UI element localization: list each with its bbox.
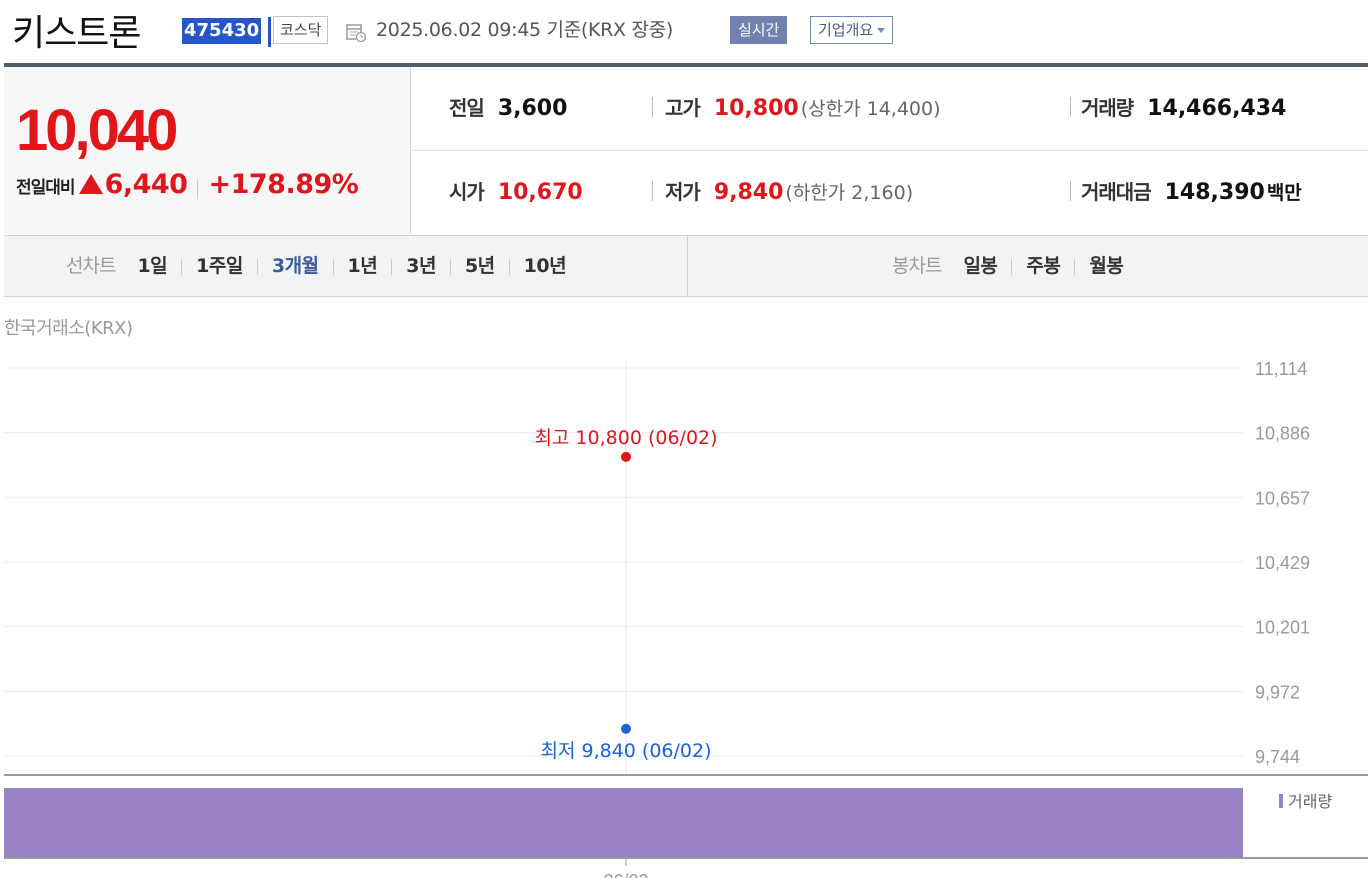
separator xyxy=(197,178,199,199)
high-label: 고가 xyxy=(665,96,701,120)
amount-label: 거래대금 xyxy=(1081,180,1152,204)
separator xyxy=(1011,258,1013,275)
upper-limit: (상한가 14,400) xyxy=(800,98,941,120)
prev-close-cell: 전일 3,600 xyxy=(449,67,567,150)
volume-legend-swatch xyxy=(1279,794,1283,808)
tab-3y[interactable]: 3년 xyxy=(406,255,436,277)
realtime-button[interactable]: 실시간 xyxy=(730,16,788,44)
low-point xyxy=(621,723,631,734)
stock-code[interactable]: 475430 xyxy=(182,18,262,44)
tab-1w[interactable]: 1주일 xyxy=(196,255,243,277)
volume-value: 14,466,434 xyxy=(1147,96,1287,121)
separator xyxy=(652,181,653,201)
current-price-box: 10,040 전일대비 6,440 +178.89% xyxy=(4,67,411,234)
high-label: 최고 10,800 (06/02) xyxy=(534,427,717,449)
candle-chart-tabs: 봉차트 일봉 주봉 월봉 xyxy=(892,236,1124,296)
quote-panel: 10,040 전일대비 6,440 +178.89% 전일 3,600 고가 10,80… xyxy=(4,67,1368,236)
x-tick-label: 06/02 xyxy=(603,871,648,878)
tab-weekly[interactable]: 주봉 xyxy=(1026,255,1060,277)
separator xyxy=(1070,97,1071,117)
tab-1d[interactable]: 1일 xyxy=(137,255,167,277)
separator xyxy=(652,97,653,117)
change-value: 6,440 xyxy=(104,169,188,200)
divider xyxy=(687,236,688,296)
line-chart-tabs: 선차트 1일 1주일 3개월 1년 3년 5년 10년 xyxy=(66,236,567,296)
quote-timestamp: 2025.06.02 09:45 기준(KRX 장중) xyxy=(376,19,673,41)
chevron-down-icon xyxy=(877,28,886,33)
change-rate: +178.89% xyxy=(208,169,359,200)
low-label: 최저 9,840 (06/02) xyxy=(540,740,711,762)
y-tick-label: 9,744 xyxy=(1255,747,1300,767)
tab-1y[interactable]: 1년 xyxy=(348,255,378,277)
volume-bar xyxy=(4,788,1243,858)
tab-10y[interactable]: 10년 xyxy=(524,255,567,277)
quote-row-2: 시가 10,670 저가 9,840 (하한가 2,160) 거래대금 148,390 백… xyxy=(411,151,1368,234)
y-tick-label: 11,114 xyxy=(1255,359,1307,379)
separator xyxy=(1074,258,1076,275)
candle-chart-label: 봉차트 xyxy=(892,255,942,277)
y-tick-label: 9,972 xyxy=(1255,682,1300,702)
open-cell: 시가 10,670 xyxy=(449,151,583,234)
current-price: 10,040 xyxy=(16,98,178,163)
y-tick-label: 10,657 xyxy=(1255,488,1310,508)
separator xyxy=(256,258,258,275)
y-tick-label: 10,429 xyxy=(1255,553,1310,573)
change-label: 전일대비 xyxy=(16,178,76,198)
separator xyxy=(181,258,183,275)
high-point xyxy=(621,451,631,462)
volume-cell: 거래량 14,466,434 xyxy=(1081,67,1286,150)
amount-value: 148,390 xyxy=(1164,180,1265,205)
stock-name: 키스트론 xyxy=(12,13,141,54)
high-cell: 고가 10,800 (상한가 14,400) xyxy=(665,67,941,150)
text-cursor xyxy=(268,17,271,47)
tab-monthly[interactable]: 월봉 xyxy=(1089,255,1123,277)
high-value: 10,800 xyxy=(713,96,799,121)
open-value: 10,670 xyxy=(497,180,583,205)
calendar-clock-icon xyxy=(346,24,366,42)
low-value: 9,840 xyxy=(713,180,784,205)
chart-period-tabs: 선차트 1일 1주일 3개월 1년 3년 5년 10년 봉차트 일봉 주봉 월봉 xyxy=(4,235,1368,297)
y-tick-label: 10,886 xyxy=(1255,424,1310,444)
separator xyxy=(1070,181,1071,201)
separator xyxy=(449,258,451,275)
prev-close-value: 3,600 xyxy=(497,96,568,121)
low-label: 저가 xyxy=(665,180,701,204)
tab-daily[interactable]: 일봉 xyxy=(963,255,997,277)
prev-close-label: 전일 xyxy=(449,96,485,120)
company-overview-dropdown[interactable]: 기업개요 xyxy=(810,16,894,44)
low-cell: 저가 9,840 (하한가 2,160) xyxy=(665,151,913,234)
volume-legend-label: 거래량 xyxy=(1288,792,1332,811)
quote-row-1: 전일 3,600 고가 10,800 (상한가 14,400) 거래량 14,466,4… xyxy=(411,67,1368,151)
separator xyxy=(508,258,510,275)
open-label: 시가 xyxy=(449,180,485,204)
lower-limit: (하한가 2,160) xyxy=(785,182,914,204)
separator xyxy=(332,258,334,275)
change-line: 전일대비 6,440 +178.89% xyxy=(16,169,359,200)
market-badge: 코스닥 xyxy=(273,16,329,44)
stock-header: 키스트론 475430 코스닥 2025.06.02 09:45 기준(KRX … xyxy=(0,0,1368,62)
volume-label: 거래량 xyxy=(1081,96,1134,120)
amount-unit: 백만 xyxy=(1266,182,1302,204)
tab-5y[interactable]: 5년 xyxy=(465,255,495,277)
separator xyxy=(391,258,393,275)
company-overview-label: 기업개요 xyxy=(818,21,874,39)
price-chart: 11,114 10,886 10,657 10,429 10,201 9,972 9,744… xyxy=(4,359,1368,878)
up-triangle-icon xyxy=(78,174,103,194)
y-tick-label: 10,201 xyxy=(1255,618,1310,638)
tab-3m[interactable]: 3개월 xyxy=(272,255,319,277)
amount-cell: 거래대금 148,390 백만 xyxy=(1081,151,1302,234)
line-chart-label: 선차트 xyxy=(66,255,116,277)
exchange-label: 한국거래소(KRX) xyxy=(4,318,133,339)
